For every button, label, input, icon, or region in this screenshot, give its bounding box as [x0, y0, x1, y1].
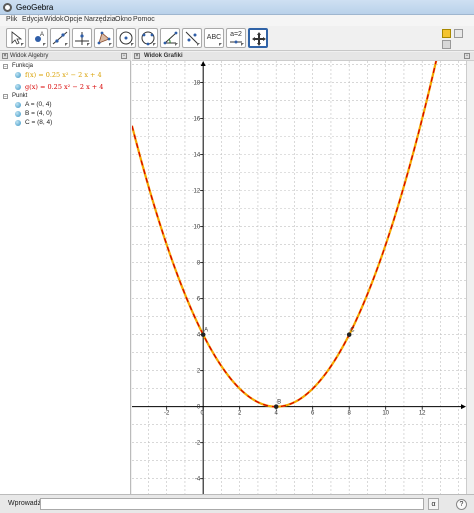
menu-edycja[interactable]: Edycja [22, 16, 43, 23]
window-title: GeoGebra [16, 3, 54, 12]
graphics-view-maximize-icon[interactable]: ▫ [464, 53, 470, 59]
graphics-view[interactable]: -2 0 2 4 6 8 10 12 -4 -2 0 2 4 6 8 10 12 14 16 18 A B C [132, 61, 466, 494]
algebra-view-title: Widok Algebry [10, 53, 49, 59]
input-field[interactable] [40, 498, 424, 510]
y-axis-arrow [200, 61, 206, 66]
visibility-toggle-icon[interactable] [15, 84, 21, 90]
function-g-definition: g(x) = 0.25 x² − 2 x + 4 [25, 83, 104, 91]
y-tick-label: 12 [193, 189, 200, 195]
visibility-toggle-icon[interactable] [15, 120, 21, 126]
algebra-item-c[interactable]: C = (8, 4) [0, 118, 131, 128]
algebra-item-f[interactable]: f(x) = 0.25 x² − 2 x + 4 [0, 70, 131, 80]
geogebra-app-icon [3, 3, 12, 12]
input-label: Wprowadź: [8, 500, 44, 507]
x-tick-label: 8 [348, 411, 352, 417]
perpendicular-line-tool-button[interactable] [72, 28, 92, 48]
undo-icon[interactable] [442, 29, 451, 38]
visibility-toggle-icon[interactable] [15, 111, 21, 117]
point-b-definition: B = (4, 0) [25, 110, 52, 117]
point-label-c: C [350, 328, 355, 334]
menu-opcje[interactable]: Opcje [64, 16, 82, 23]
polygon-tool-button[interactable] [94, 28, 114, 48]
y-tick-label: 4 [197, 333, 201, 339]
x-tick-label: 6 [311, 411, 315, 417]
y-tick-label: -4 [195, 477, 201, 483]
x-tick-label: 12 [419, 411, 426, 417]
algebra-item-g[interactable]: g(x) = 0.25 x² − 2 x + 4 [0, 82, 131, 92]
point-a-definition: A = (0, 4) [25, 101, 52, 108]
graphics-view-title: Widok Grafiki [144, 53, 183, 59]
text-tool-button[interactable]: ABC [204, 28, 224, 48]
point-c-definition: C = (8, 4) [25, 119, 53, 126]
ellipse-tool-button[interactable] [138, 28, 158, 48]
svg-text:A: A [40, 32, 44, 38]
function-f-curve [132, 61, 438, 408]
line-tool-button[interactable] [50, 28, 70, 48]
y-tick-label: 10 [193, 225, 200, 231]
move-tool-button[interactable] [6, 28, 26, 48]
graphics-canvas[interactable]: -2 0 2 4 6 8 10 12-4-2024681012141618ABC [132, 61, 466, 494]
y-tick-label: 16 [193, 117, 200, 123]
y-tick-label: 8 [197, 261, 201, 267]
y-tick-label: 18 [193, 81, 200, 87]
menu-okno[interactable]: Okno [115, 16, 132, 23]
collapse-icon[interactable]: − [3, 64, 8, 70]
algebra-view-maximize-icon[interactable]: ▫ [121, 53, 127, 59]
y-tick-label: -2 [195, 441, 201, 447]
x-tick-label: 2 [238, 411, 242, 417]
menu-widok[interactable]: Widok [44, 16, 63, 23]
help-icon[interactable]: ? [456, 499, 467, 510]
function-g-curve [132, 61, 437, 408]
visibility-toggle-icon[interactable] [15, 102, 21, 108]
x-tick-label: 10 [382, 411, 389, 417]
visibility-toggle-icon[interactable] [15, 72, 21, 78]
view-splitter[interactable] [466, 61, 474, 494]
x-tick-label: -2 [164, 411, 170, 417]
x-tick-label: 0 [201, 411, 205, 417]
menu-plik[interactable]: Plik [6, 16, 17, 23]
move-graphics-view-tool-button[interactable] [248, 28, 268, 48]
category-label: Funkcja [12, 63, 34, 69]
point-label-b: B [277, 400, 281, 406]
function-f-definition: f(x) = 0.25 x² − 2 x + 4 [25, 71, 102, 79]
collapse-icon[interactable]: − [3, 94, 8, 100]
window-titlebar: GeoGebra [0, 0, 474, 15]
point-tool-button[interactable]: A [28, 28, 48, 48]
angle-tool-button[interactable] [160, 28, 180, 48]
graphics-view-header: × Widok Grafiki ▫ [132, 52, 474, 61]
y-tick-label: 14 [193, 153, 200, 159]
y-tick-label: 6 [197, 297, 201, 303]
graphics-view-close-icon[interactable]: × [134, 53, 140, 59]
toolbar: A ABC a=2 [0, 26, 474, 51]
text-tool-label: ABC [206, 34, 222, 41]
algebra-view: − Funkcja f(x) = 0.25 x² − 2 x + 4 g(x) … [0, 61, 131, 494]
category-label: Punkt [12, 93, 28, 99]
gear-icon[interactable] [454, 29, 463, 38]
menu-narzedzia[interactable]: Narzędzia [84, 16, 116, 23]
slider-tool-button[interactable]: a=2 [226, 28, 246, 48]
redo-icon[interactable] [442, 40, 451, 49]
move-arrows-icon [252, 32, 266, 46]
menu-pomoc[interactable]: Pomoc [133, 16, 155, 23]
circle-tool-button[interactable] [116, 28, 136, 48]
symbol-table-button[interactable]: α [428, 498, 439, 510]
point-label-a: A [204, 328, 208, 334]
menu-bar: Plik Edycja Widok Opcje Narzędzia Okno P… [0, 15, 474, 26]
x-tick-label: 4 [275, 411, 279, 417]
reflect-tool-button[interactable] [182, 28, 202, 48]
input-bar: Wprowadź: α ? [0, 494, 474, 513]
algebra-view-close-icon[interactable]: × [2, 53, 8, 59]
y-tick-label: 2 [197, 369, 201, 375]
algebra-view-header: × Widok Algebry ▫ [0, 52, 131, 61]
